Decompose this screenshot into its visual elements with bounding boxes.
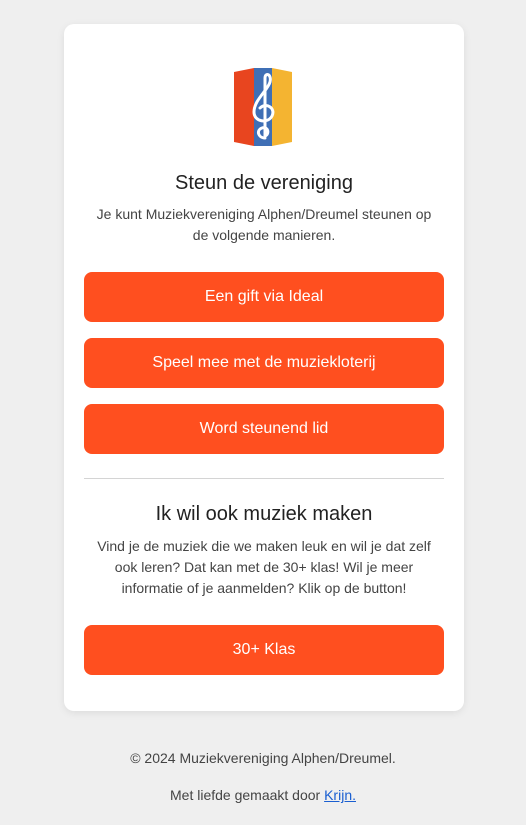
- footer-credit-link[interactable]: Krijn.: [324, 787, 356, 803]
- support-description: Je kunt Muziekvereniging Alphen/Dreumel …: [96, 206, 432, 243]
- footer-copyright: © 2024 Muziekvereniging Alphen/Dreumel.: [130, 750, 396, 766]
- support-title: Steun de vereniging: [175, 172, 353, 194]
- treble-clef-logo-icon: [234, 68, 292, 146]
- music-lottery-button[interactable]: Speel mee met de muziekloterij: [84, 338, 444, 388]
- class-30plus-button[interactable]: 30+ Klas: [84, 625, 444, 675]
- section-divider: [84, 478, 444, 479]
- music-description: Vind je de muziek die we maken leuk en w…: [97, 538, 431, 596]
- footer-credit: Met liefde gemaakt door Krijn.: [0, 787, 526, 803]
- support-card: Steun de vereniging Je kunt Muziekvereni…: [64, 24, 464, 711]
- gift-ideal-button[interactable]: Een gift via Ideal: [84, 272, 444, 322]
- supporting-member-button[interactable]: Word steunend lid: [84, 404, 444, 454]
- footer-credit-text: Met liefde gemaakt door: [170, 787, 325, 803]
- music-title: Ik wil ook muziek maken: [155, 503, 373, 525]
